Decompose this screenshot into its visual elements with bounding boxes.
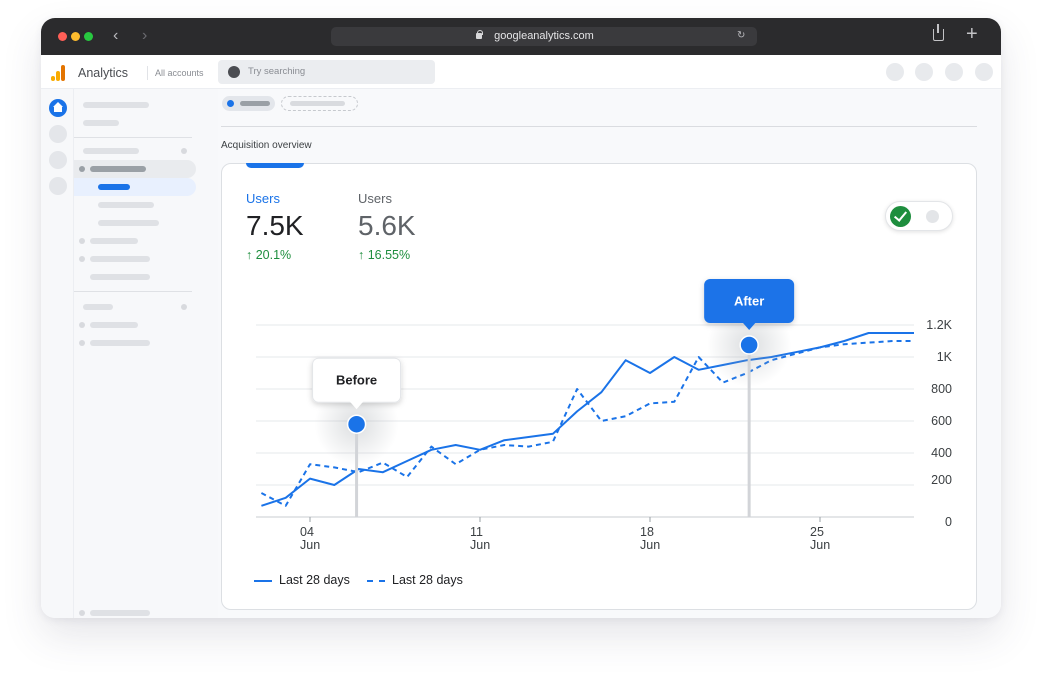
sidebar-dot	[79, 256, 85, 262]
explore-icon[interactable]	[49, 151, 67, 169]
analytics-logo-icon[interactable]	[51, 65, 66, 81]
x-tick-day: 25	[810, 525, 824, 539]
legend-solid-swatch	[254, 579, 272, 582]
browser-titlebar: ‹ › googleanalytics.com ↻ +	[41, 18, 1001, 55]
sidebar-placeholder-item[interactable]	[83, 120, 119, 126]
y-tick-label: 400	[931, 446, 952, 460]
section-title: Acquisition overview	[221, 140, 312, 151]
sidebar-placeholder-item[interactable]	[90, 340, 150, 346]
sidebar-active-label	[98, 184, 130, 190]
maximize-window-button[interactable]	[84, 32, 93, 41]
header-divider	[147, 66, 148, 80]
sidebar-dot	[181, 304, 187, 310]
search-input[interactable]: Try searching	[218, 60, 435, 84]
section-divider	[221, 126, 977, 127]
sidebar-dot	[79, 166, 85, 172]
header-action-icon[interactable]	[945, 63, 963, 81]
sidebar-placeholder-item[interactable]	[98, 202, 154, 208]
y-tick-label: 800	[931, 382, 952, 396]
callout-point	[739, 335, 759, 355]
advertising-icon[interactable]	[49, 177, 67, 195]
before-callout: Before	[312, 357, 402, 410]
x-tick-month: Jun	[640, 538, 660, 552]
url-text: googleanalytics.com	[494, 30, 594, 42]
chip-dot-icon	[227, 100, 234, 107]
search-icon	[228, 66, 240, 78]
after-callout: After	[704, 279, 795, 330]
legend-dashed-swatch	[367, 579, 385, 582]
minimize-window-button[interactable]	[71, 32, 80, 41]
sidebar-placeholder-item[interactable]	[90, 256, 150, 262]
header-action-icon[interactable]	[886, 63, 904, 81]
filter-chip-add[interactable]	[281, 96, 358, 111]
browser-window: ‹ › googleanalytics.com ↻ + Analytics Al…	[41, 18, 1001, 618]
filter-chip-selected[interactable]	[222, 96, 275, 111]
sidebar-placeholder-item[interactable]	[98, 220, 159, 226]
app-header: Analytics All accounts Try searching	[41, 55, 1001, 89]
close-window-button[interactable]	[58, 32, 67, 41]
home-icon[interactable]	[49, 99, 67, 117]
sidebar-dot	[79, 340, 85, 346]
x-tick-day: 04	[300, 525, 314, 539]
new-tab-icon[interactable]: +	[966, 23, 978, 46]
nav-rail	[41, 89, 74, 618]
x-tick-month: Jun	[810, 538, 830, 552]
y-tick-label: 1.2K	[926, 318, 952, 332]
chart-legend: Last 28 days	[254, 573, 350, 587]
account-avatar[interactable]	[975, 63, 993, 81]
x-tick-day: 11	[470, 525, 483, 539]
sidebar-divider	[74, 137, 192, 138]
sidebar-dot	[181, 148, 187, 154]
sidebar-placeholder-item[interactable]	[90, 166, 146, 172]
acquisition-card: Users 7.5K ↑ 20.1% Users 5.6K ↑ 16.55% 1…	[221, 163, 977, 610]
callout-label: Before	[336, 373, 377, 388]
sidebar	[74, 89, 218, 618]
legend-label-current: Last 28 days	[279, 573, 350, 587]
legend-label-previous: Last 28 days	[392, 573, 463, 587]
x-tick-month: Jun	[470, 538, 490, 552]
sidebar-dot	[79, 610, 85, 616]
back-chevron-icon[interactable]: ‹	[113, 27, 118, 45]
search-placeholder: Try searching	[248, 66, 306, 77]
callout-point	[346, 414, 367, 434]
chart-legend-item: Last 28 days	[367, 573, 463, 587]
sidebar-placeholder-item[interactable]	[90, 322, 138, 328]
chip-label-placeholder	[290, 101, 345, 106]
users-line-chart: 1.2K1K8006004002000 04Jun11Jun18Jun25Jun…	[256, 279, 953, 552]
sidebar-active-item[interactable]	[74, 178, 196, 196]
y-tick-label: 1K	[937, 350, 953, 364]
y-tick-label: 200	[931, 473, 952, 487]
sidebar-placeholder-item[interactable]	[83, 102, 149, 108]
x-tick-day: 18	[640, 525, 654, 539]
sidebar-divider	[74, 291, 192, 292]
sidebar-placeholder-item[interactable]	[90, 610, 150, 616]
forward-chevron-icon[interactable]: ›	[142, 27, 147, 45]
app-title: Analytics	[78, 66, 129, 80]
x-tick-month: Jun	[300, 538, 320, 552]
chip-label-placeholder	[240, 101, 270, 106]
header-action-icon[interactable]	[915, 63, 933, 81]
sidebar-placeholder-item[interactable]	[83, 148, 139, 154]
y-tick-label: 600	[931, 414, 952, 428]
sidebar-placeholder-item[interactable]	[90, 238, 138, 244]
address-bar[interactable]: googleanalytics.com ↻	[331, 27, 757, 46]
main-content: Acquisition overview Users 7.5K ↑ 20.1% …	[218, 89, 1001, 618]
sidebar-dot	[79, 238, 85, 244]
reload-icon[interactable]: ↻	[737, 30, 745, 41]
callout-label: After	[734, 294, 764, 309]
share-icon[interactable]	[933, 24, 944, 41]
all-accounts-link[interactable]: All accounts	[155, 68, 204, 78]
reports-icon[interactable]	[49, 125, 67, 143]
sidebar-placeholder-item[interactable]	[83, 304, 113, 310]
sidebar-dot	[79, 322, 85, 328]
sidebar-placeholder-item[interactable]	[90, 274, 150, 280]
y-tick-label: 0	[945, 515, 952, 529]
